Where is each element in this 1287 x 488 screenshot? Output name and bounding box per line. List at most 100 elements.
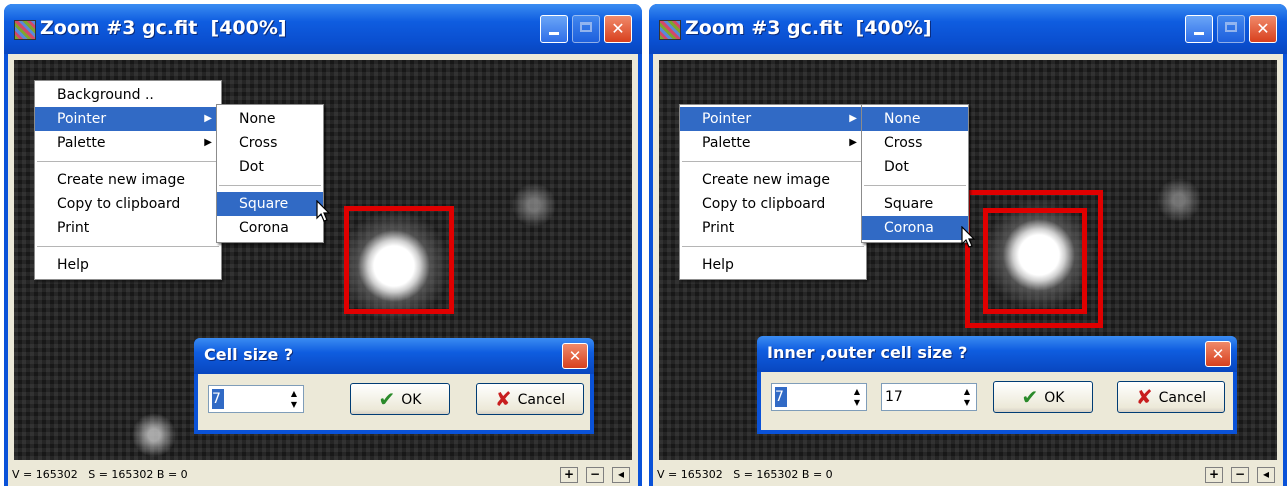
zoom-window-square: Zoom #3 gc.fit [400%] ✕ Background .. Po… bbox=[4, 4, 642, 486]
spin-up-icon[interactable]: ▲ bbox=[960, 386, 974, 397]
ok-button[interactable]: ✔ OK bbox=[993, 381, 1093, 413]
zoom-in-icon: + bbox=[1208, 467, 1220, 481]
pointer-option-square[interactable]: Square bbox=[862, 192, 968, 216]
menu-item-create-new-image[interactable]: Create new image bbox=[35, 168, 221, 192]
cell-size-input[interactable] bbox=[212, 389, 224, 409]
menu-item-label: Palette bbox=[57, 135, 106, 151]
close-button[interactable]: ✕ bbox=[604, 15, 632, 43]
outer-cell-size-input[interactable] bbox=[885, 387, 943, 407]
dialog-close-button[interactable]: ✕ bbox=[1205, 341, 1231, 367]
corona-inner-marker bbox=[983, 208, 1087, 314]
menu-item-background[interactable]: Background .. bbox=[35, 83, 221, 107]
maximize-icon bbox=[580, 22, 592, 32]
minimize-button[interactable] bbox=[1185, 15, 1213, 43]
menu-item-palette[interactable]: Palette ▶ bbox=[680, 131, 866, 155]
menu-item-label: Copy to clipboard bbox=[702, 196, 826, 212]
close-icon: ✕ bbox=[1256, 19, 1270, 38]
scroll-left-button[interactable]: ◂ bbox=[612, 467, 630, 483]
menu-separator bbox=[37, 161, 219, 162]
dialog-title-bar[interactable]: Inner ,outer cell size ? ✕ bbox=[757, 336, 1237, 372]
status-bar: V = 165302 S = 165302 B = 0 + − ◂ bbox=[8, 464, 638, 486]
inner-cell-size-spinner: ▲ ▼ bbox=[771, 383, 867, 411]
menu-item-label: None bbox=[884, 111, 921, 127]
menu-item-label: Cross bbox=[884, 135, 923, 151]
pointer-option-cross[interactable]: Cross bbox=[862, 131, 968, 155]
menu-item-help[interactable]: Help bbox=[35, 253, 221, 277]
pointer-submenu: None Cross Dot Square Corona bbox=[861, 104, 969, 243]
menu-item-label: Cross bbox=[239, 135, 278, 151]
spinner-buttons: ▲ ▼ bbox=[287, 388, 301, 410]
dialog-title-bar[interactable]: Cell size ? ✕ bbox=[194, 338, 594, 374]
menu-item-create-new-image[interactable]: Create new image bbox=[680, 168, 866, 192]
ok-button[interactable]: ✔ OK bbox=[350, 383, 450, 415]
menu-item-label: Corona bbox=[239, 220, 289, 236]
menu-item-print[interactable]: Print bbox=[680, 216, 866, 240]
zoom-out-button[interactable]: − bbox=[586, 467, 604, 483]
maximize-icon bbox=[1225, 22, 1237, 32]
inner-outer-cell-size-dialog: Inner ,outer cell size ? ✕ ▲ ▼ ▲ ▼ bbox=[757, 336, 1237, 434]
square-pointer-marker bbox=[344, 206, 454, 314]
pointer-option-none[interactable]: None bbox=[862, 107, 968, 131]
spin-up-icon[interactable]: ▲ bbox=[850, 386, 864, 397]
window-title: Zoom #3 gc.fit [400%] bbox=[685, 17, 932, 39]
cancel-button[interactable]: ✘ Cancel bbox=[1117, 381, 1225, 413]
zoom-in-button[interactable]: + bbox=[1205, 467, 1223, 483]
pointer-option-none[interactable]: None bbox=[217, 107, 323, 131]
zoom-in-button[interactable]: + bbox=[560, 467, 578, 483]
menu-item-pointer[interactable]: Pointer ▶ bbox=[680, 107, 866, 131]
status-bar: V = 165302 S = 165302 B = 0 + − ◂ bbox=[653, 464, 1283, 486]
menu-item-label: Copy to clipboard bbox=[57, 196, 181, 212]
cancel-label: Cancel bbox=[517, 392, 566, 408]
menu-separator bbox=[37, 246, 219, 247]
menu-item-label: Help bbox=[57, 257, 89, 273]
app-icon bbox=[659, 20, 681, 40]
menu-item-pointer[interactable]: Pointer ▶ bbox=[35, 107, 221, 131]
maximize-button[interactable] bbox=[572, 15, 600, 43]
cancel-label: Cancel bbox=[1158, 390, 1207, 406]
zoom-out-icon: − bbox=[1234, 467, 1246, 481]
checkmark-icon: ✔ bbox=[1021, 385, 1039, 409]
pointer-option-corona[interactable]: Corona bbox=[862, 216, 968, 240]
maximize-button[interactable] bbox=[1217, 15, 1245, 43]
dialog-close-button[interactable]: ✕ bbox=[562, 343, 588, 369]
pointer-option-square[interactable]: Square bbox=[217, 192, 323, 216]
submenu-arrow-icon: ▶ bbox=[204, 137, 212, 148]
zoom-out-button[interactable]: − bbox=[1231, 467, 1249, 483]
close-button[interactable]: ✕ bbox=[1249, 15, 1277, 43]
scroll-left-button[interactable]: ◂ bbox=[1257, 467, 1275, 483]
dialog-title: Cell size ? bbox=[204, 345, 294, 364]
spin-up-icon[interactable]: ▲ bbox=[287, 388, 301, 399]
pointer-option-corona[interactable]: Corona bbox=[217, 216, 323, 240]
minimize-icon bbox=[1194, 32, 1204, 35]
submenu-arrow-icon: ▶ bbox=[849, 137, 857, 148]
minimize-button[interactable] bbox=[540, 15, 568, 43]
spin-down-icon[interactable]: ▼ bbox=[960, 397, 974, 408]
menu-item-palette[interactable]: Palette ▶ bbox=[35, 131, 221, 155]
window-title-bar[interactable]: Zoom #3 gc.fit [400%] ✕ bbox=[4, 4, 642, 54]
dialog-body: ▲ ▼ ✔ OK ✘ Cancel bbox=[198, 374, 590, 430]
menu-item-copy-to-clipboard[interactable]: Copy to clipboard bbox=[680, 192, 866, 216]
pointer-option-dot[interactable]: Dot bbox=[862, 155, 968, 179]
inner-cell-size-input[interactable] bbox=[775, 387, 787, 407]
menu-item-label: Print bbox=[57, 220, 90, 236]
spin-down-icon[interactable]: ▼ bbox=[850, 397, 864, 408]
submenu-arrow-icon: ▶ bbox=[204, 113, 212, 124]
mouse-cursor-icon bbox=[961, 226, 976, 248]
spin-down-icon[interactable]: ▼ bbox=[287, 399, 301, 410]
menu-item-label: Create new image bbox=[702, 172, 830, 188]
menu-item-help[interactable]: Help bbox=[680, 253, 866, 277]
menu-item-label: Square bbox=[239, 196, 289, 212]
pointer-option-cross[interactable]: Cross bbox=[217, 131, 323, 155]
pointer-option-dot[interactable]: Dot bbox=[217, 155, 323, 179]
cancel-x-icon: ✘ bbox=[1135, 385, 1153, 409]
window-title-bar[interactable]: Zoom #3 gc.fit [400%] ✕ bbox=[649, 4, 1287, 54]
cell-size-dialog: Cell size ? ✕ ▲ ▼ ✔ OK ✘ Cancel bbox=[194, 338, 594, 434]
menu-item-label: Background .. bbox=[57, 87, 154, 103]
dialog-body: ▲ ▼ ▲ ▼ ✔ OK ✘ Cancel bbox=[761, 372, 1233, 430]
cancel-button[interactable]: ✘ Cancel bbox=[476, 383, 584, 415]
menu-item-print[interactable]: Print bbox=[35, 216, 221, 240]
pointer-submenu: None Cross Dot Square Corona bbox=[216, 104, 324, 243]
menu-item-label: Dot bbox=[884, 159, 909, 175]
menu-item-label: Corona bbox=[884, 220, 934, 236]
menu-item-copy-to-clipboard[interactable]: Copy to clipboard bbox=[35, 192, 221, 216]
